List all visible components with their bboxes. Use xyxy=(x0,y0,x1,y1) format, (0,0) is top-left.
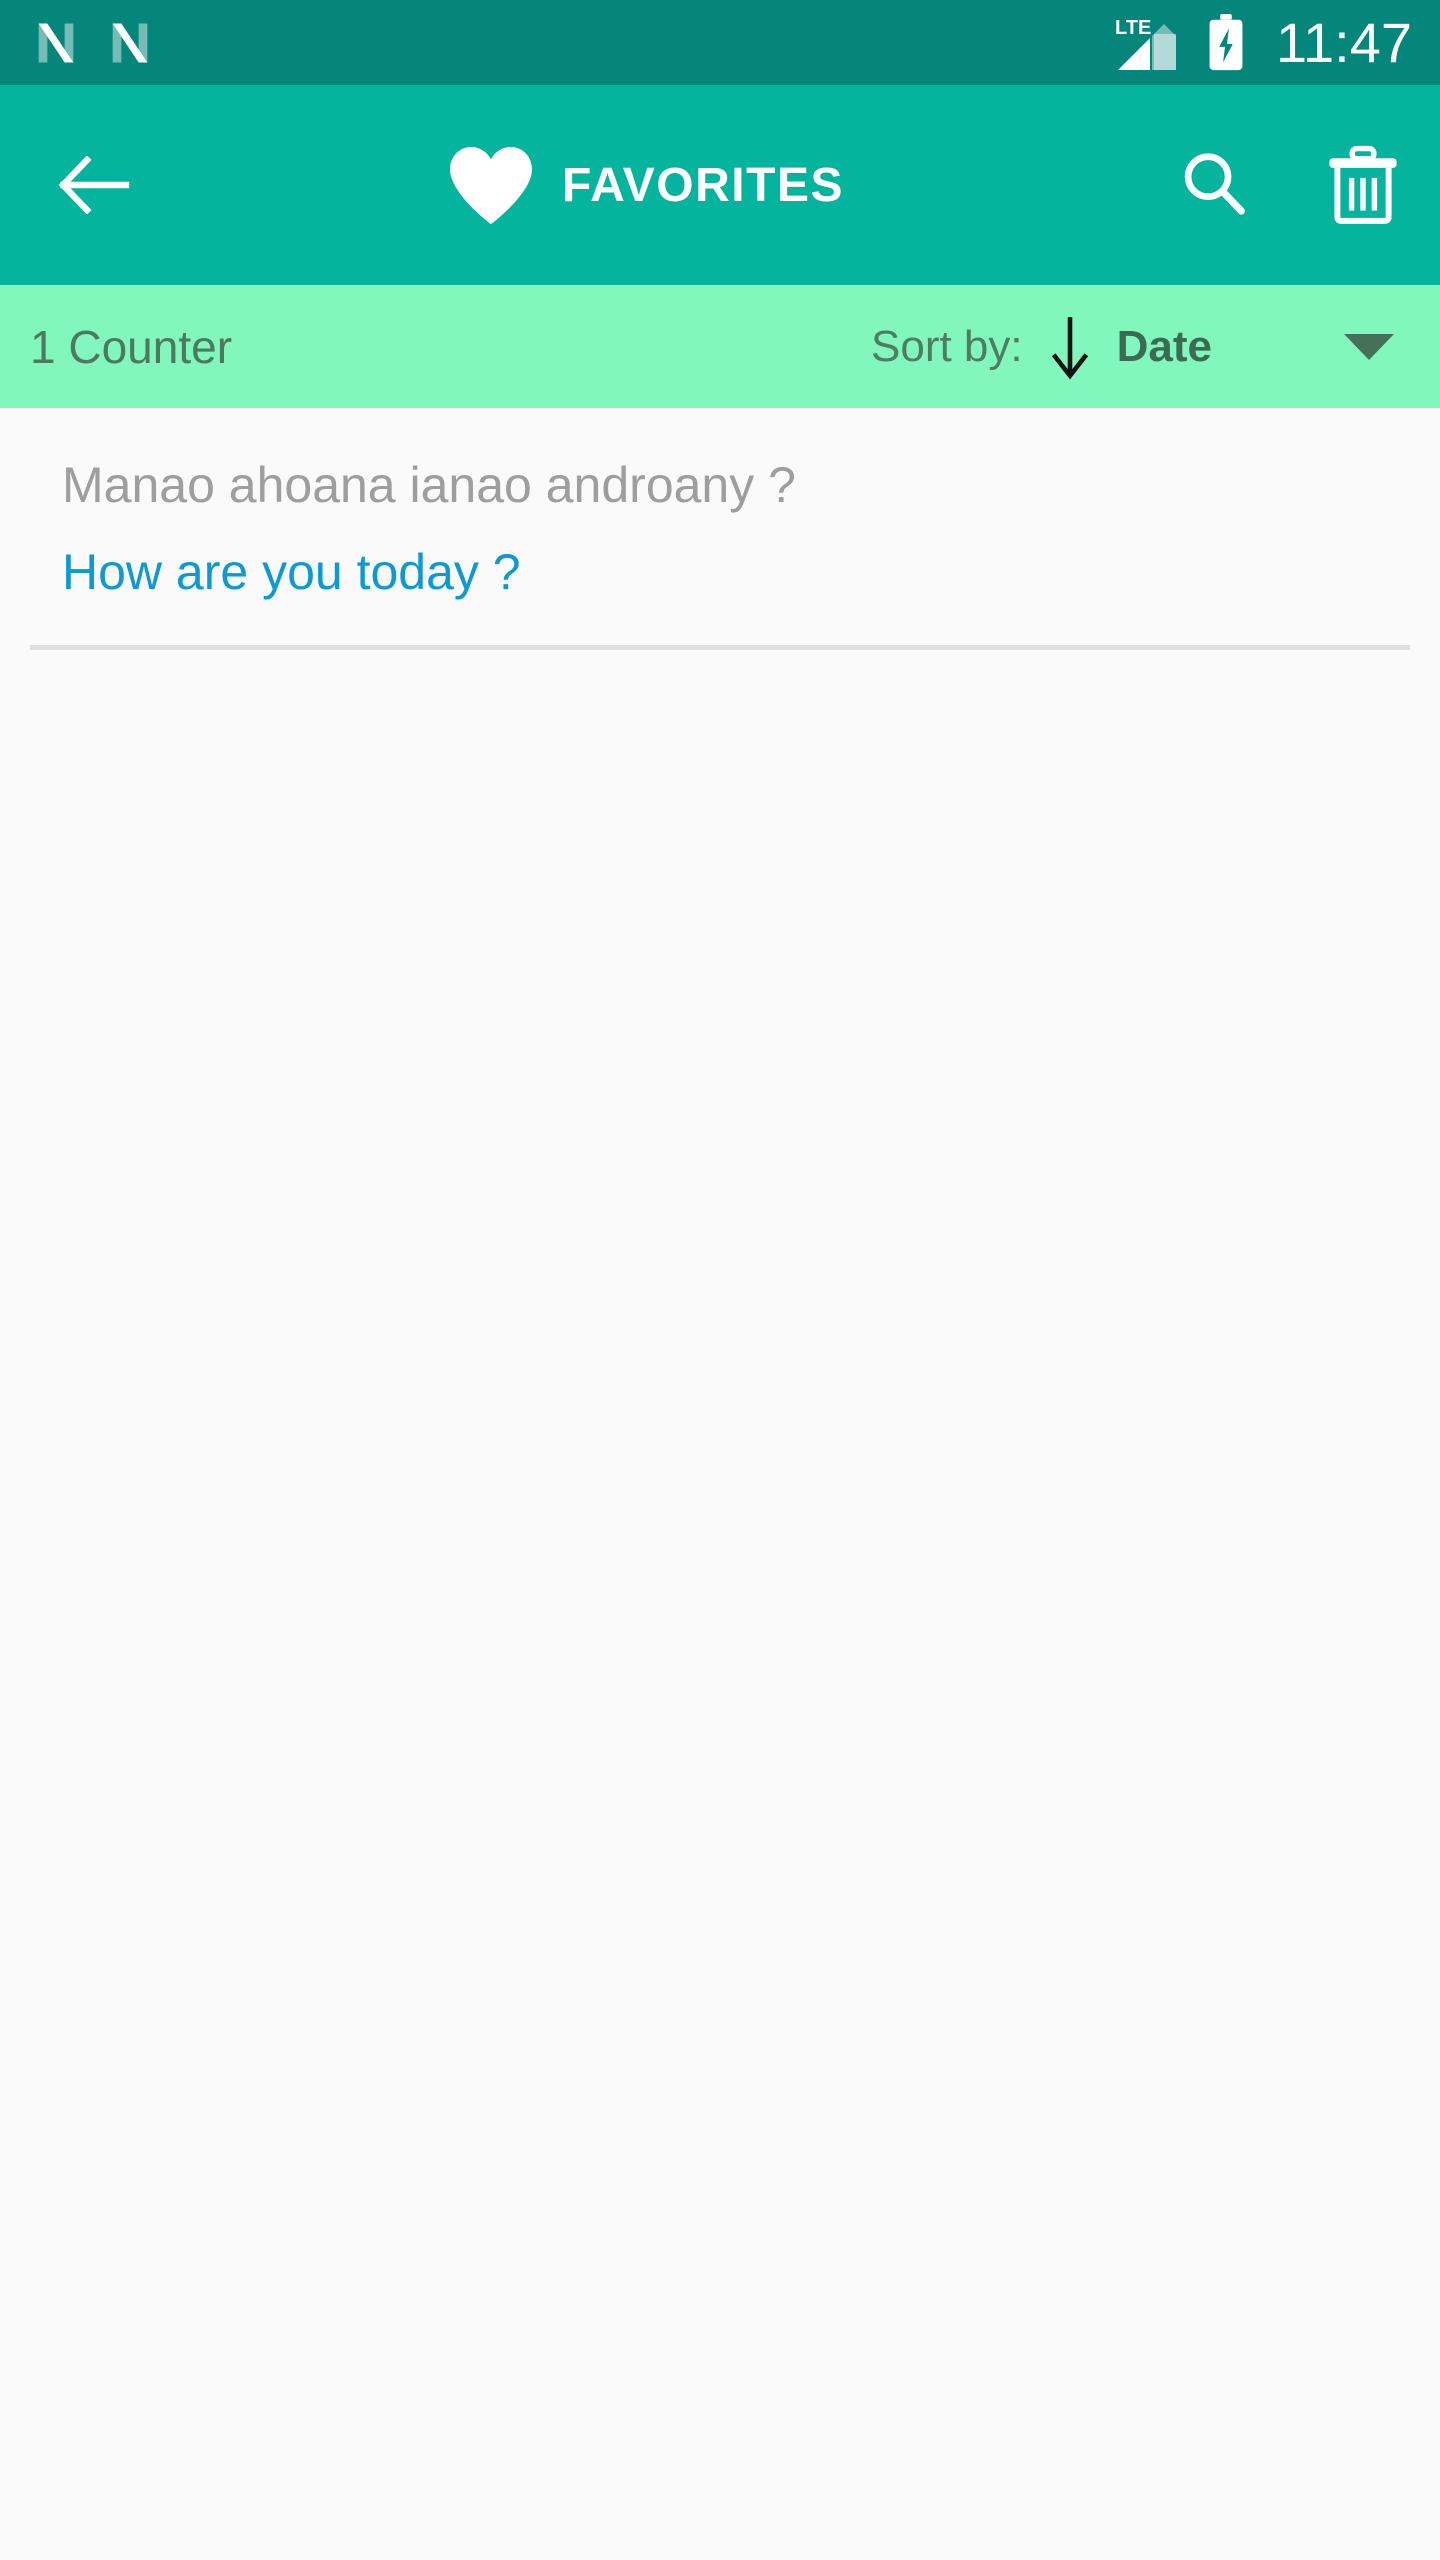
page-title: FAVORITES xyxy=(562,158,844,212)
sort-by-label: Sort by: xyxy=(871,321,1023,371)
search-icon xyxy=(1184,153,1245,215)
sort-bar: 1 Counter Sort by: Date xyxy=(0,285,1440,408)
svg-text:LTE: LTE xyxy=(1115,17,1151,39)
list-item-target-text: How are you today ? xyxy=(62,543,521,600)
app-notification-n-icon xyxy=(38,23,74,62)
trash-icon xyxy=(1329,145,1397,224)
app-bar-title-group: FAVORITES xyxy=(118,144,1172,226)
status-bar-indicators: LTE 11:47 xyxy=(1114,10,1412,74)
app-bar: FAVORITES xyxy=(0,85,1440,285)
status-bar-clock: 11:47 xyxy=(1276,10,1412,74)
sort-control[interactable]: Sort by: Date xyxy=(871,314,1394,380)
sort-value-label: Date xyxy=(1116,321,1212,371)
battery-charging-icon xyxy=(1209,13,1243,70)
status-bar-notifications xyxy=(30,17,156,69)
chevron-down-icon[interactable] xyxy=(1344,333,1394,360)
list-divider xyxy=(30,645,1410,650)
app-bar-actions xyxy=(1172,142,1406,228)
list-item-source-text: Manao ahoana ianao androany ? xyxy=(62,457,796,513)
app-notification-n-icon xyxy=(112,23,148,62)
status-bar: LTE 11:47 xyxy=(0,0,1440,85)
arrow-down-icon[interactable] xyxy=(1051,314,1089,380)
heart-icon xyxy=(450,146,532,225)
list-item[interactable]: Manao ahoana ianao androany ? How are yo… xyxy=(0,408,1440,603)
search-button[interactable] xyxy=(1172,142,1258,228)
favorites-list: Manao ahoana ianao androany ? How are yo… xyxy=(0,408,1440,650)
delete-button[interactable] xyxy=(1320,142,1406,228)
lte-signal-icon: LTE xyxy=(1115,17,1177,70)
counter-label: 1 Counter xyxy=(30,320,233,373)
